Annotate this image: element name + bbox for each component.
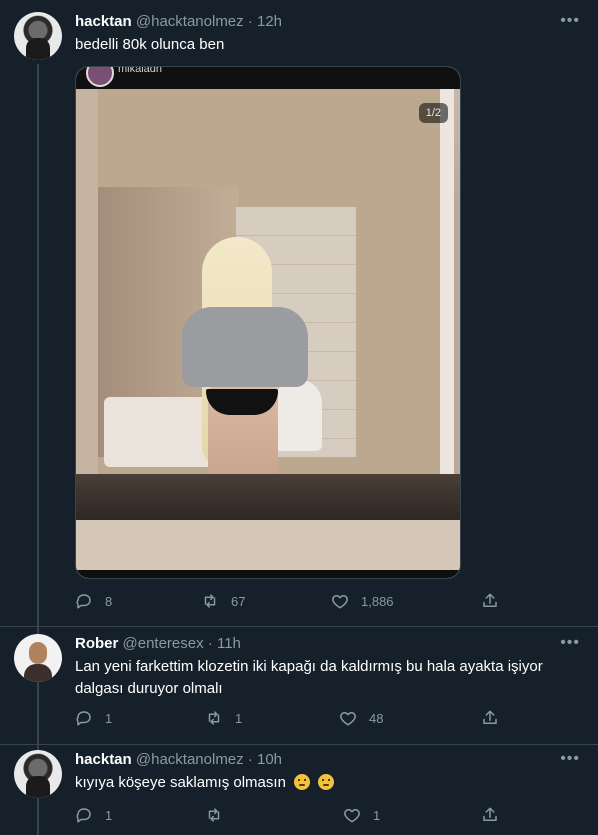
- wall: [76, 89, 98, 519]
- tweet-3[interactable]: hacktan @hacktanolmez · 10h ••• kıyıya k…: [0, 745, 598, 835]
- tweet-actions: 8 67 1,886: [75, 592, 505, 612]
- handle[interactable]: @enteresex: [123, 635, 204, 652]
- image-bottom-bar: [76, 570, 460, 578]
- display-name[interactable]: hacktan: [75, 13, 132, 30]
- tweet-2[interactable]: Rober @enteresex · 11h ••• Lan yeni fark…: [0, 627, 598, 744]
- tweet-actions: 1 1: [75, 806, 505, 826]
- like-button[interactable]: 1: [343, 806, 380, 824]
- avatar[interactable]: [14, 750, 62, 798]
- share-button[interactable]: [481, 592, 511, 610]
- reply-icon: [76, 711, 91, 726]
- like-count: 48: [369, 710, 384, 726]
- embedded-username: mikaladh: [118, 66, 163, 75]
- reply-count: 1: [105, 807, 113, 823]
- cabinet: [76, 520, 460, 570]
- thinking-face-icon: [318, 774, 335, 790]
- tweet-text: kıyıya köşeye saklamış olmasın: [75, 772, 580, 794]
- tweet-header: Rober @enteresex · 11h: [75, 634, 241, 654]
- more-icon[interactable]: •••: [560, 634, 580, 652]
- share-icon: [483, 593, 497, 607]
- retweet-count: 1: [235, 710, 243, 726]
- more-icon[interactable]: •••: [560, 12, 580, 30]
- reply-count: 8: [105, 593, 113, 609]
- retweet-button[interactable]: 67: [201, 592, 245, 610]
- share-button[interactable]: [481, 709, 511, 727]
- bathtub: [104, 397, 214, 467]
- reply-button[interactable]: 1: [75, 709, 112, 727]
- avatar[interactable]: [14, 12, 62, 60]
- embedded-avatar: [86, 67, 114, 87]
- tweet-header: hacktan @hacktanolmez · 12h: [75, 12, 282, 32]
- thinking-face-icon: [294, 774, 311, 790]
- retweet-count: 67: [231, 593, 246, 609]
- like-button[interactable]: 1,886: [331, 592, 394, 610]
- retweet-icon: [208, 711, 220, 725]
- retweet-button[interactable]: [205, 806, 235, 824]
- tweet-text-content: kıyıya köşeye saklamış olmasın: [75, 774, 286, 791]
- share-button[interactable]: [481, 806, 511, 824]
- like-button[interactable]: 48: [339, 709, 383, 727]
- more-icon[interactable]: •••: [560, 750, 580, 768]
- reply-icon: [76, 594, 91, 609]
- image-top-bar: mikaladh: [76, 67, 460, 89]
- like-icon: [340, 712, 356, 726]
- like-count: 1: [373, 807, 381, 823]
- like-icon: [332, 595, 348, 609]
- timestamp[interactable]: · 10h: [248, 751, 282, 768]
- countertop: [76, 474, 460, 520]
- timestamp[interactable]: · 11h: [208, 635, 241, 652]
- display-name[interactable]: hacktan: [75, 751, 132, 768]
- media-counter-badge: 1/2: [418, 103, 448, 123]
- retweet-icon: [208, 808, 220, 822]
- tweet-text: bedelli 80k olunca ben: [75, 36, 225, 53]
- timestamp[interactable]: · 12h: [248, 13, 282, 30]
- handle[interactable]: @hacktanolmez: [136, 13, 244, 30]
- reply-button[interactable]: 1: [75, 806, 112, 824]
- tweet-image[interactable]: mikaladh 1/2: [75, 66, 461, 579]
- reply-button[interactable]: 8: [75, 592, 112, 610]
- toilet: [274, 379, 322, 451]
- tweet-header: hacktan @hacktanolmez · 10h: [75, 750, 282, 770]
- avatar[interactable]: [14, 634, 62, 682]
- retweet-button[interactable]: 1: [205, 709, 242, 727]
- share-icon: [483, 807, 497, 821]
- like-count: 1,886: [361, 593, 394, 609]
- like-icon: [344, 809, 360, 823]
- reply-count: 1: [105, 710, 113, 726]
- reply-icon: [76, 808, 91, 823]
- display-name[interactable]: Rober: [75, 635, 118, 652]
- tweet-actions: 1 1 48: [75, 709, 505, 729]
- share-icon: [483, 710, 497, 724]
- person-sweater: [182, 307, 308, 387]
- tweet-text: Lan yeni farkettim klozetin iki kapağı d…: [75, 658, 543, 697]
- retweet-icon: [204, 594, 216, 608]
- handle[interactable]: @hacktanolmez: [136, 751, 244, 768]
- tweet-1[interactable]: hacktan @hacktanolmez · 12h ••• bedelli …: [0, 0, 598, 626]
